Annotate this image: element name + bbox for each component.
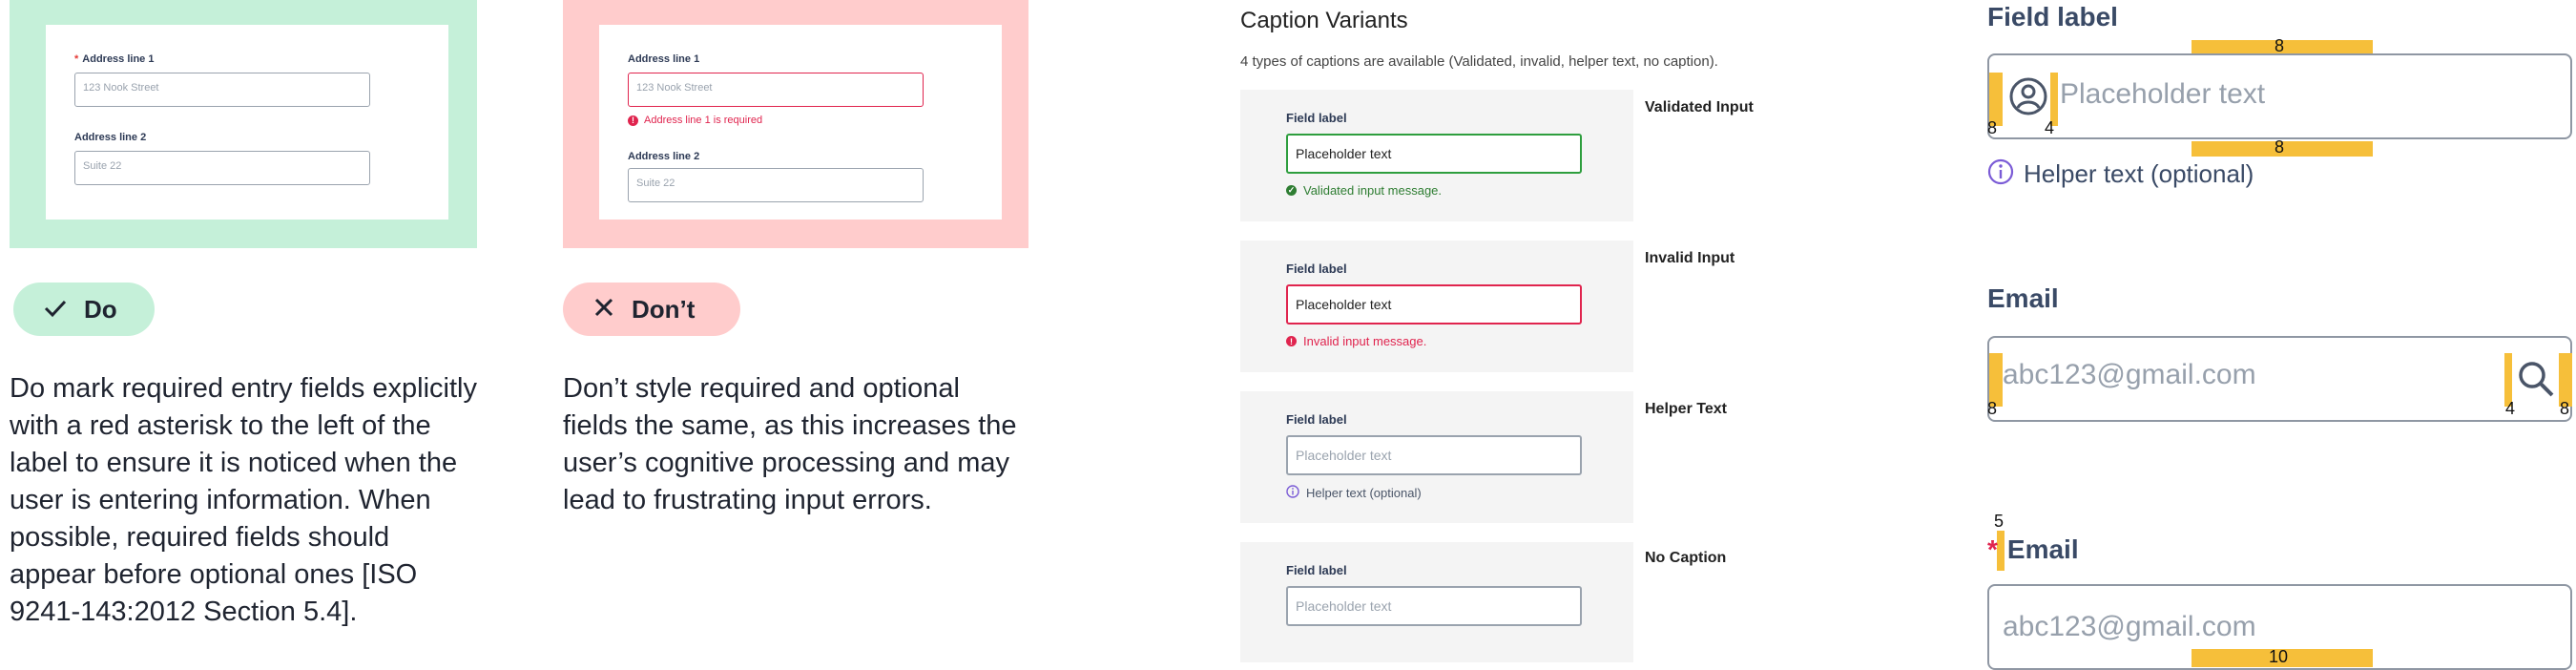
address1-error: ! Address line 1 is required — [628, 115, 762, 126]
bottom-padding-value: 10 — [2269, 647, 2289, 666]
field-label: Field label — [1286, 412, 1347, 427]
placeholder-text: Placeholder text — [2060, 78, 2266, 110]
email-placeholder: abc123@gmail.com — [2003, 359, 2256, 390]
validated-example: Field label Placeholder text ✓ Validated… — [1240, 90, 1633, 221]
address1-label: Address line 1 — [628, 53, 700, 65]
bottom-padding-value: 8 — [2275, 137, 2285, 157]
spec-field-label: Field label — [1987, 2, 2118, 31]
do-panel: * Address line 1 123 Nook Street Address … — [10, 0, 477, 248]
check-icon — [44, 295, 67, 325]
check-circle-icon: ✓ — [1286, 185, 1297, 196]
address2-label: Address line 2 — [628, 151, 700, 162]
validated-title: Validated Input — [1645, 99, 1754, 115]
address2-label: Address line 2 — [74, 132, 147, 143]
dont-pill: Don’t — [563, 283, 740, 336]
user-circle-icon — [2008, 76, 2048, 121]
caption-variants-subheading: 4 types of captions are available (Valid… — [1240, 53, 1718, 70]
do-example-card: * Address line 1 123 Nook Street Address … — [46, 25, 448, 220]
field-label: Field label — [1286, 262, 1347, 276]
no-caption-example: Field label Placeholder text — [1240, 542, 1633, 662]
address2-input[interactable]: Suite 22 — [74, 151, 370, 185]
info-icon — [1286, 485, 1299, 501]
no-caption-input[interactable]: Placeholder text — [1286, 586, 1582, 626]
search-icon[interactable] — [2516, 359, 2556, 404]
invalid-example: Field label Placeholder text ! Invalid i… — [1240, 241, 1633, 372]
address2-input[interactable]: Suite 22 — [628, 168, 924, 202]
helper-text: Helper text (optional) — [1987, 158, 2254, 190]
address1-input[interactable]: 123 Nook Street — [74, 73, 370, 107]
invalid-input[interactable]: Placeholder text — [1286, 284, 1582, 325]
field-label: Field label — [1286, 563, 1347, 577]
left-padding-value: 8 — [1987, 118, 1998, 137]
do-label: Do — [84, 294, 117, 324]
left-padding-value: 8 — [1987, 399, 1998, 418]
spec-field-input[interactable]: Placeholder text — [1987, 53, 2572, 139]
dont-example-card: Address line 1 123 Nook Street ! Address… — [599, 25, 1002, 220]
dont-label: Don’t — [632, 294, 696, 324]
helper-input[interactable]: Placeholder text — [1286, 435, 1582, 475]
invalid-caption: ! Invalid input message. — [1286, 334, 1426, 348]
validated-input[interactable]: Placeholder text — [1286, 134, 1582, 174]
spec-email-label: Email — [1987, 283, 2059, 313]
error-icon: ! — [628, 115, 638, 126]
no-caption-title: No Caption — [1645, 550, 1727, 566]
email-placeholder: abc123@gmail.com — [2003, 611, 2256, 642]
error-circle-icon: ! — [1286, 336, 1297, 346]
do-pill: Do — [13, 283, 155, 336]
spec-email-input[interactable]: abc123@gmail.com — [1987, 336, 2572, 422]
required-asterisk: * — [1987, 534, 1998, 564]
dont-description: Don’t style required and optional fields… — [563, 373, 1017, 515]
right-padding-value: 8 — [2560, 399, 2570, 418]
required-asterisk: * — [74, 53, 79, 65]
info-icon — [1987, 158, 2014, 190]
icon-gap-value: 4 — [2045, 118, 2055, 137]
validated-caption: ✓ Validated input message. — [1286, 183, 1443, 198]
address1-input[interactable]: 123 Nook Street — [628, 73, 924, 107]
invalid-title: Invalid Input — [1645, 250, 1735, 266]
helper-caption: Helper text (optional) — [1286, 485, 1422, 501]
caption-variants-heading: Caption Variants — [1240, 8, 1408, 33]
field-label: Field label — [1286, 111, 1347, 125]
icon-gap-value: 4 — [2505, 399, 2516, 418]
asterisk-gap-value: 5 — [1994, 512, 2005, 531]
helper-title: Helper Text — [1645, 401, 1727, 417]
address1-label: * Address line 1 — [74, 53, 155, 65]
do-description: Do mark required entry fields explicitly… — [10, 373, 477, 627]
x-icon — [593, 295, 614, 325]
helper-example: Field label Placeholder text Helper text… — [1240, 391, 1633, 523]
dont-panel: Address line 1 123 Nook Street ! Address… — [563, 0, 1028, 248]
spec-required-email-label: * Email — [1987, 534, 2079, 564]
